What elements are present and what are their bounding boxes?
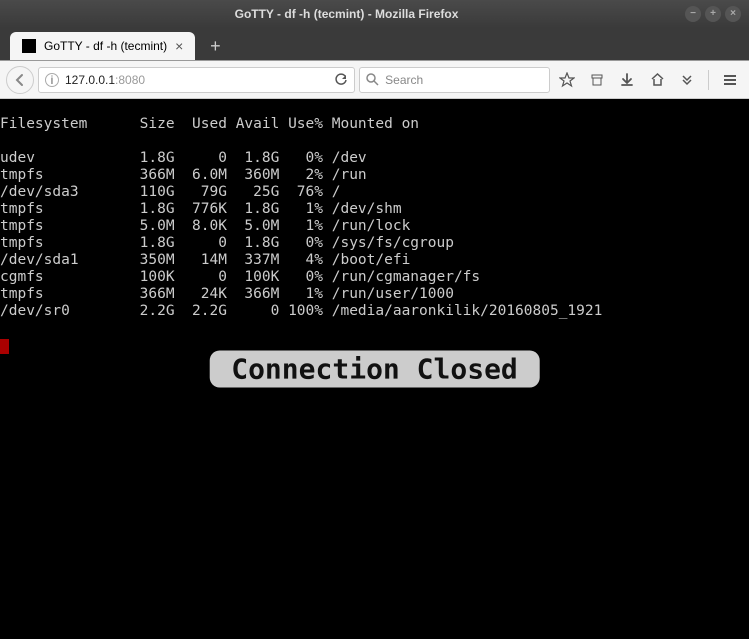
url-host: 127.0.0.1 — [65, 73, 115, 87]
new-tab-button[interactable]: + — [203, 34, 227, 58]
window-maximize-icon[interactable]: + — [705, 6, 721, 22]
pocket-icon[interactable] — [584, 67, 610, 93]
terminal-cursor — [0, 339, 9, 354]
bookmark-star-icon[interactable] — [554, 67, 580, 93]
terminal-row: tmpfs 5.0M 8.0K 5.0M 1% /run/lock — [0, 218, 749, 235]
window-minimize-icon[interactable]: − — [685, 6, 701, 22]
home-icon[interactable] — [644, 67, 670, 93]
search-placeholder: Search — [385, 73, 423, 87]
tab-title: GoTTY - df -h (tecmint) — [44, 39, 167, 53]
url-bar[interactable]: i 127.0.0.1:8080 — [38, 67, 355, 93]
overlay-text: Connection Closed — [231, 353, 518, 386]
back-button[interactable] — [6, 66, 34, 94]
terminal-row: tmpfs 366M 6.0M 360M 2% /run — [0, 167, 749, 184]
site-info-icon[interactable]: i — [45, 73, 59, 87]
terminal-header: Filesystem Size Used Avail Use% Mounted … — [0, 116, 749, 133]
terminal-row: /dev/sr0 2.2G 2.2G 0 100% /media/aaronki… — [0, 303, 749, 320]
terminal-row: udev 1.8G 0 1.8G 0% /dev — [0, 150, 749, 167]
connection-closed-overlay: Connection Closed — [209, 351, 540, 388]
search-bar[interactable]: Search — [359, 67, 550, 93]
reload-icon[interactable] — [334, 73, 348, 87]
tab-strip: GoTTY - df -h (tecmint) × + — [0, 28, 749, 61]
search-icon — [366, 73, 379, 86]
terminal-row: tmpfs 1.8G 776K 1.8G 1% /dev/shm — [0, 201, 749, 218]
window-close-icon[interactable]: × — [725, 6, 741, 22]
window-titlebar: GoTTY - df -h (tecmint) - Mozilla Firefo… — [0, 0, 749, 28]
terminal-row: tmpfs 366M 24K 366M 1% /run/user/1000 — [0, 286, 749, 303]
downloads-icon[interactable] — [614, 67, 640, 93]
terminal-row: cgmfs 100K 0 100K 0% /run/cgmanager/fs — [0, 269, 749, 286]
overflow-icon[interactable] — [674, 67, 700, 93]
url-port: :8080 — [115, 73, 145, 87]
toolbar-divider — [708, 70, 709, 90]
navigation-toolbar: i 127.0.0.1:8080 Search — [0, 61, 749, 99]
menu-icon[interactable] — [717, 67, 743, 93]
window-title: GoTTY - df -h (tecmint) - Mozilla Firefo… — [8, 7, 685, 21]
terminal-row: /dev/sda1 350M 14M 337M 4% /boot/efi — [0, 252, 749, 269]
tab-close-icon[interactable]: × — [175, 38, 183, 54]
browser-tab[interactable]: GoTTY - df -h (tecmint) × — [10, 32, 195, 60]
tab-favicon-icon — [22, 39, 36, 53]
terminal-row: tmpfs 1.8G 0 1.8G 0% /sys/fs/cgroup — [0, 235, 749, 252]
terminal-row: /dev/sda3 110G 79G 25G 76% / — [0, 184, 749, 201]
terminal-viewport: Filesystem Size Used Avail Use% Mounted … — [0, 99, 749, 639]
